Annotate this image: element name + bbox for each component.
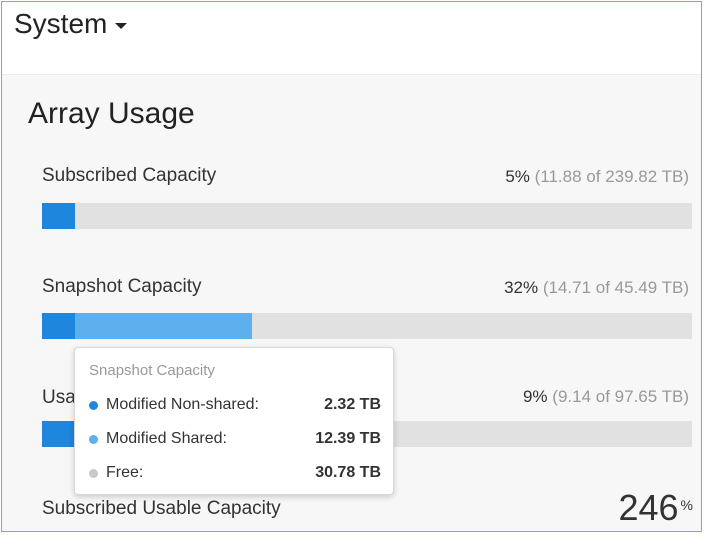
caret-down-icon — [115, 23, 128, 29]
tooltip-row-name: Free: — [106, 464, 144, 481]
snapshot-capacity-percent: 32% — [504, 278, 539, 297]
snapshot-capacity-tooltip: Snapshot Capacity Modified Non-shared: 2… — [74, 347, 394, 495]
tooltip-title: Snapshot Capacity — [89, 362, 215, 379]
snapshot-capacity-bar[interactable] — [42, 313, 692, 339]
subscribed-capacity-label: Subscribed Capacity — [42, 165, 217, 186]
subscribed-capacity-percent: 5% — [505, 167, 530, 186]
usable-capacity-percent: 9% — [522, 387, 548, 406]
bar-segment-used — [42, 203, 75, 229]
tooltip-row-value: 12.39 TB — [315, 430, 381, 447]
subscribed-usable-value: 246% — [618, 487, 693, 529]
tooltip-row-value: 2.32 TB — [324, 396, 381, 413]
snapshot-capacity-detail: (14.71 of 45.49 TB) — [542, 278, 689, 297]
usable-capacity-value: 9% (9.14 of 97.65 TB) — [523, 387, 689, 407]
usable-capacity-label: Usa — [42, 387, 76, 408]
tooltip-row-name: Modified Non-shared: — [106, 396, 259, 413]
panel-title: Array Usage — [28, 97, 195, 130]
usable-capacity-detail: (9.14 of 97.65 TB) — [552, 387, 689, 406]
bar-segment-modified-non-shared — [42, 313, 76, 339]
subscribed-usable-number: 246 — [618, 487, 679, 528]
tooltip-row-modified-non-shared: Modified Non-shared: 2.32 TB — [89, 396, 381, 414]
system-dropdown[interactable]: System — [14, 8, 128, 40]
bar-segment-modified-shared — [75, 313, 252, 339]
tooltip-row-name: Modified Shared: — [106, 430, 227, 447]
tooltip-row-free: Free: 30.78 TB — [89, 464, 381, 482]
legend-dot-icon — [89, 400, 98, 410]
subscribed-capacity-bar[interactable] — [42, 203, 692, 229]
legend-dot-icon — [89, 468, 98, 478]
tooltip-row-value: 30.78 TB — [315, 464, 381, 481]
subscribed-usable-unit: % — [680, 497, 693, 513]
tooltip-row-modified-shared: Modified Shared: 12.39 TB — [89, 430, 381, 448]
header: System — [2, 2, 701, 75]
subscribed-capacity-value: 5% (11.88 of 239.82 TB) — [505, 167, 689, 187]
snapshot-capacity-value: 32% (14.71 of 45.49 TB) — [504, 278, 689, 298]
system-label: System — [14, 8, 108, 39]
system-window: System Array Usage Subscribed Capacity 5… — [1, 1, 702, 532]
subscribed-capacity-detail: (11.88 of 239.82 TB) — [534, 167, 689, 186]
subscribed-usable-label: Subscribed Usable Capacity — [42, 498, 281, 519]
snapshot-capacity-label: Snapshot Capacity — [42, 276, 202, 297]
legend-dot-icon — [89, 434, 98, 444]
